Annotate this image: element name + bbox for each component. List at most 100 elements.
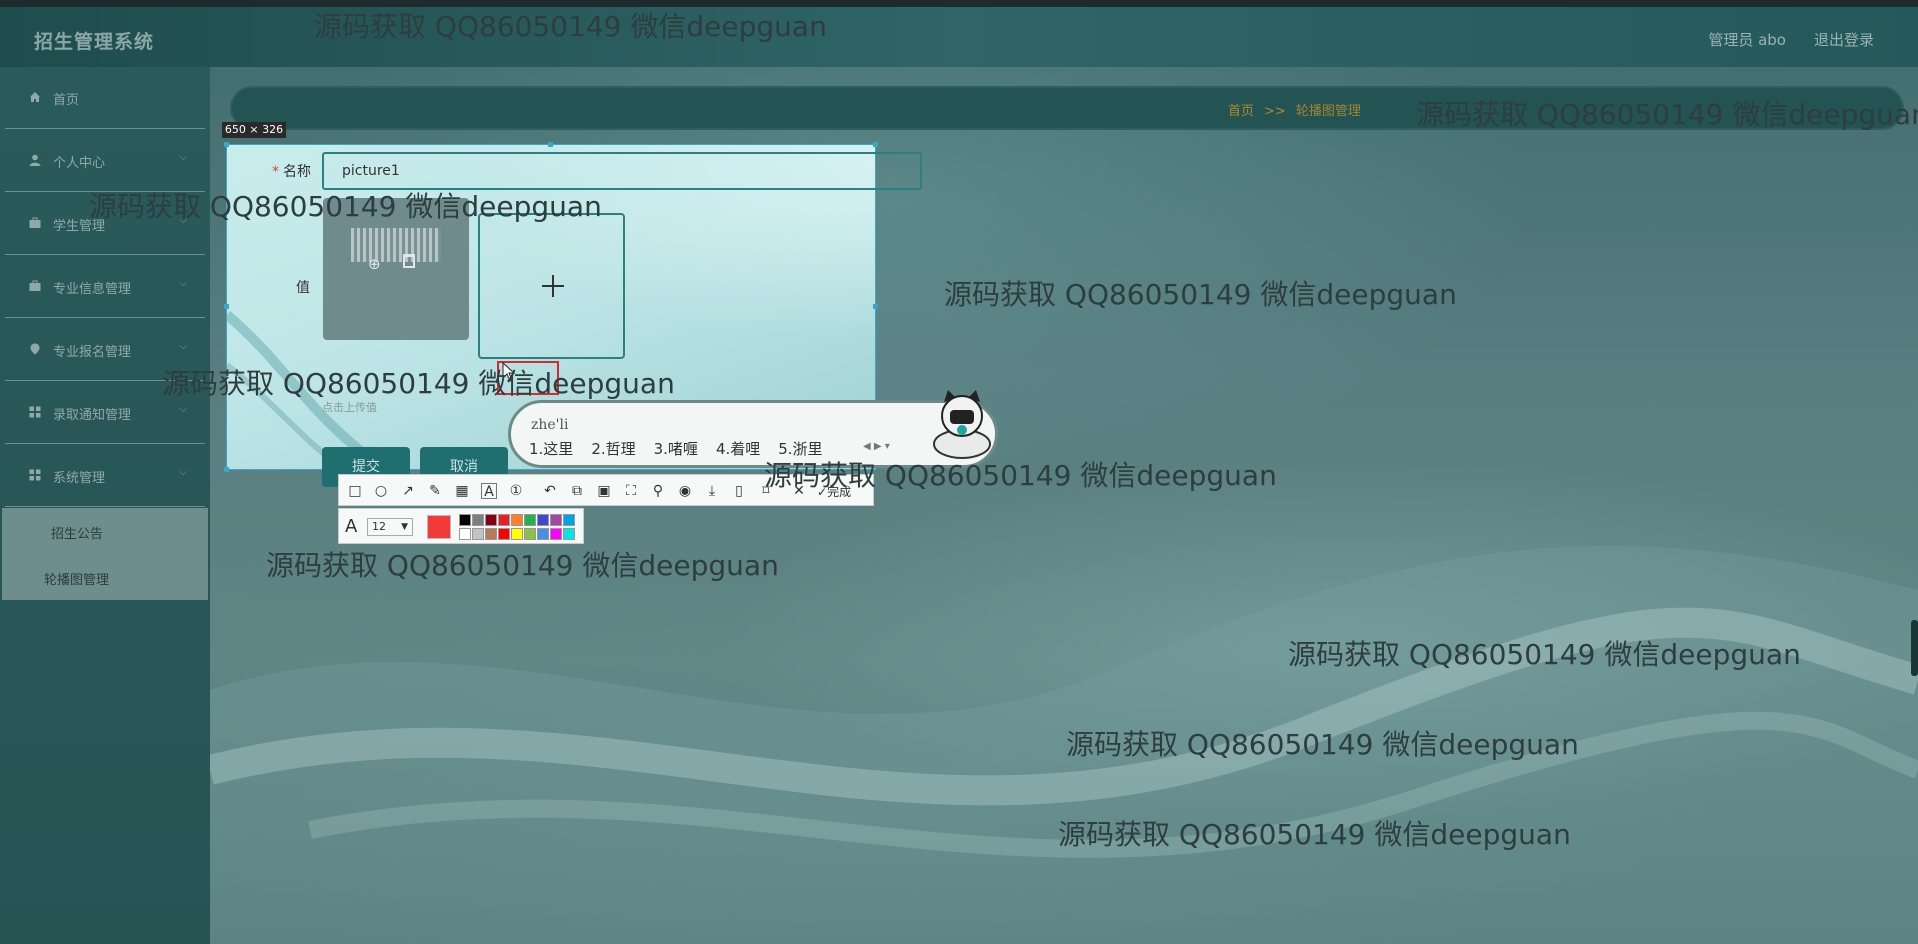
color-swatch[interactable] xyxy=(524,514,536,526)
color-swatch[interactable] xyxy=(498,514,510,526)
submenu-item-announcement[interactable]: 招生公告 xyxy=(2,508,208,554)
watermark-text: 源码获取 QQ86050149 微信deepguan xyxy=(1288,638,1801,671)
submenu-item-carousel[interactable]: 轮播图管理 xyxy=(2,554,208,600)
resize-handle[interactable] xyxy=(224,304,229,309)
chevron-down-icon: ⌵ xyxy=(179,152,187,163)
watermark-text: 源码获取 QQ86050149 微信deepguan xyxy=(266,549,779,582)
watermark-text: 源码获取 QQ86050149 微信deepguan xyxy=(314,10,827,43)
sidebar-item-home[interactable]: 首页 xyxy=(5,67,205,129)
color-swatch[interactable] xyxy=(524,528,536,540)
watermark-text: 源码获取 QQ86050149 微信deepguan xyxy=(764,459,1277,492)
delete-icon[interactable] xyxy=(403,254,415,268)
upload-button[interactable] xyxy=(478,213,625,359)
phone-icon[interactable]: ▯ xyxy=(731,483,747,499)
chevron-up-icon: ⌵ xyxy=(179,467,187,478)
plus-icon-vertical xyxy=(552,275,554,297)
resize-handle[interactable] xyxy=(224,467,229,472)
breadcrumb-separator: >> xyxy=(1264,104,1286,119)
ellipse-tool-icon[interactable]: ○ xyxy=(373,483,389,499)
resize-handle[interactable] xyxy=(873,142,878,147)
color-swatch[interactable] xyxy=(498,528,510,540)
briefcase-icon xyxy=(29,280,41,291)
name-label: * 名称 xyxy=(272,164,311,180)
record-icon[interactable]: ◉ xyxy=(677,483,693,499)
sidebar-item-label: 首页 xyxy=(53,93,80,108)
system-submenu: 招生公告 轮播图管理 xyxy=(2,508,208,600)
watermark-text: 源码获取 QQ86050149 微信deepguan xyxy=(162,367,675,400)
watermark-text: 源码获取 QQ86050149 微信deepguan xyxy=(89,190,602,223)
color-swatch[interactable] xyxy=(511,514,523,526)
resize-handle[interactable] xyxy=(548,142,553,147)
ime-candidate[interactable]: 2.哲理 xyxy=(591,440,635,458)
color-swatch[interactable] xyxy=(537,528,549,540)
grid-icon xyxy=(29,469,41,481)
current-color-swatch[interactable] xyxy=(427,515,451,539)
required-mark: * xyxy=(272,164,279,180)
grid-icon xyxy=(29,406,41,418)
thumbnail-image xyxy=(351,228,441,262)
download-icon[interactable]: ⤓ xyxy=(704,483,720,499)
color-swatch[interactable] xyxy=(472,528,484,540)
chevron-down-icon: ⌵ xyxy=(179,278,187,289)
vertical-scrollbar[interactable] xyxy=(1911,620,1918,676)
sidebar-item-profile[interactable]: 个人中心 ⌵ xyxy=(5,130,205,192)
sidebar-item-major-info[interactable]: 专业信息管理 ⌵ xyxy=(5,256,205,318)
crop-icon[interactable]: ⧉ xyxy=(569,483,585,499)
mosaic-tool-icon[interactable]: ▦ xyxy=(454,483,470,499)
chevron-down-icon: ▼ xyxy=(401,522,408,532)
submenu-item-label: 轮播图管理 xyxy=(44,573,110,588)
submenu-item-label: 招生公告 xyxy=(51,527,104,542)
sidebar-item-system[interactable]: 系统管理 ⌵ xyxy=(5,445,205,507)
briefcase-icon xyxy=(29,217,41,228)
undo-icon[interactable]: ↶ xyxy=(542,483,558,499)
watermark-text: 源码获取 QQ86050149 微信deepguan xyxy=(1058,818,1571,851)
ime-candidate[interactable]: 3.啫喱 xyxy=(654,440,698,458)
color-swatch[interactable] xyxy=(563,528,575,540)
ime-candidate[interactable]: 4.着哩 xyxy=(716,440,760,458)
color-swatch[interactable] xyxy=(459,528,471,540)
ime-mascot-icon xyxy=(933,390,991,459)
top-header: 招生管理系统 管理员 abo 退出登录 xyxy=(0,7,1918,67)
logout-link[interactable]: 退出登录 xyxy=(1814,29,1874,50)
breadcrumb-current: 轮播图管理 xyxy=(1295,104,1361,119)
value-label: 值 xyxy=(296,280,310,296)
color-swatch[interactable] xyxy=(485,528,497,540)
number-tool-icon[interactable]: ① xyxy=(508,483,524,499)
pen-tool-icon[interactable]: ✎ xyxy=(427,483,443,499)
watermark-text: 源码获取 QQ86050149 微信deepguan xyxy=(944,278,1457,311)
color-swatch[interactable] xyxy=(550,514,562,526)
font-icon: A xyxy=(345,516,358,537)
text-style-toolbar: A 12 ▼ xyxy=(338,508,584,544)
resize-handle[interactable] xyxy=(224,142,229,147)
arrow-tool-icon[interactable]: ↗ xyxy=(400,483,416,499)
color-swatch[interactable] xyxy=(459,514,471,526)
color-swatch[interactable] xyxy=(472,514,484,526)
pin-to-screen-icon[interactable]: ⚲ xyxy=(650,483,666,499)
ocr-icon[interactable]: ▣ xyxy=(596,483,612,499)
sidebar-item-label: 专业报名管理 xyxy=(53,345,132,360)
current-user: 管理员 abo xyxy=(1708,31,1786,49)
scan-icon[interactable]: ⛶ xyxy=(623,483,639,499)
color-swatch[interactable] xyxy=(485,514,497,526)
resize-handle[interactable] xyxy=(873,304,878,309)
rectangle-tool-icon[interactable]: □ xyxy=(347,483,363,499)
color-swatch[interactable] xyxy=(550,528,562,540)
text-tool-icon[interactable]: A xyxy=(481,483,497,500)
color-swatch[interactable] xyxy=(537,514,549,526)
watermark-text: 源码获取 QQ86050149 微信deepguan xyxy=(1416,98,1918,131)
window-top-strip xyxy=(0,0,1918,7)
selection-size-label: 650 × 326 xyxy=(222,122,286,138)
sidebar-item-label: 专业信息管理 xyxy=(53,282,132,297)
app-title: 招生管理系统 xyxy=(34,31,155,53)
ime-pinyin: zhe'li xyxy=(531,417,569,433)
ime-candidate[interactable]: 1.这里 xyxy=(529,440,573,458)
color-swatch[interactable] xyxy=(563,514,575,526)
zoom-in-icon[interactable]: ⊕ xyxy=(368,255,381,273)
sidebar-item-label: 个人中心 xyxy=(53,156,106,171)
watermark-text: 源码获取 QQ86050149 微信deepguan xyxy=(1066,728,1579,761)
font-size-select[interactable]: 12 ▼ xyxy=(367,518,413,536)
ime-page-arrows-icon[interactable]: ◀ ▶ ▾ xyxy=(863,441,890,452)
pin-icon xyxy=(30,343,40,355)
breadcrumb-home[interactable]: 首页 xyxy=(1228,104,1254,119)
color-swatch[interactable] xyxy=(511,528,523,540)
